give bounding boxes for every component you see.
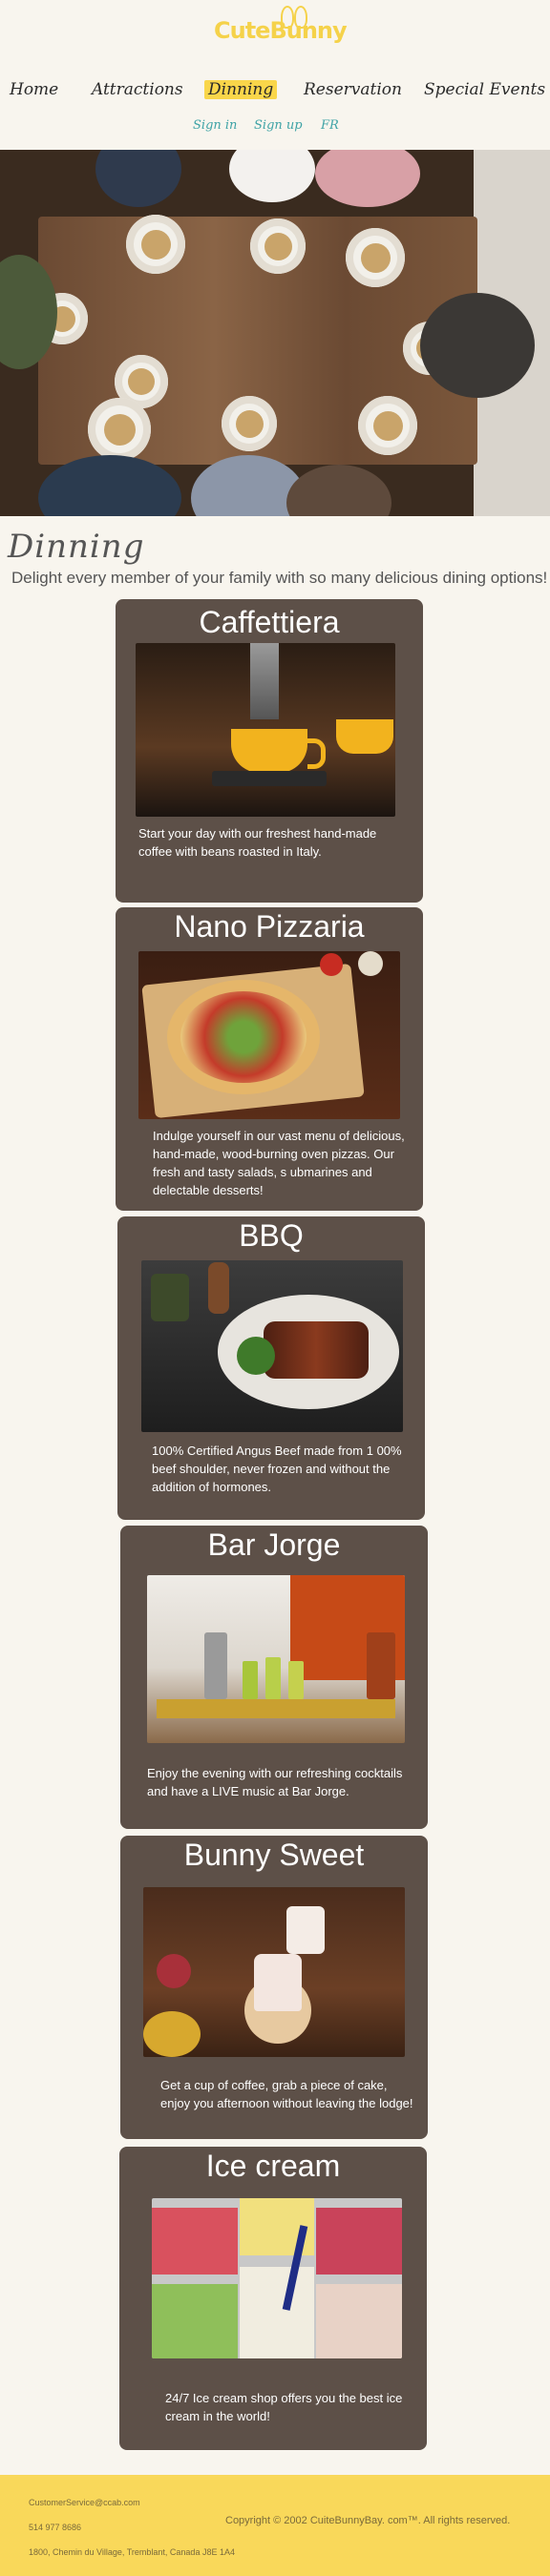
card-description: 24/7 Ice cream shop offers you the best … — [165, 2391, 403, 2423]
hero-plate — [126, 215, 185, 274]
card-description: Start your day with our freshest hand-ma… — [138, 826, 377, 859]
card-title: Bunny Sweet — [183, 1838, 365, 1872]
pizza-photo — [138, 951, 400, 1119]
card-title: Bar Jorge — [207, 1527, 341, 1562]
card-title: Ice cream — [205, 2149, 341, 2183]
hero-image — [0, 150, 550, 516]
page-title: Dinning — [8, 528, 145, 566]
account-nav: Sign in Sign up FR — [0, 118, 550, 137]
language-fr-link[interactable]: FR — [321, 118, 339, 133]
footer: CustomerService@ccab.com 514 977 8686 18… — [0, 2475, 550, 2576]
page-subtitle: Delight every member of your family with… — [11, 569, 548, 587]
footer-email[interactable]: CustomerService@ccab.com — [29, 2498, 140, 2507]
card-description: Get a cup of coffee, grab a piece of cak… — [160, 2078, 413, 2110]
dining-card-ice-cream[interactable]: Ice cream 24/7 Ice cream shop offers you… — [119, 2147, 427, 2450]
sign-up-link[interactable]: Sign up — [254, 118, 303, 133]
footer-copyright: Copyright © 2002 CuiteBunnyBay. com™. Al… — [225, 2515, 511, 2526]
ice-cream-photo — [152, 2198, 402, 2358]
sign-in-link[interactable]: Sign in — [193, 118, 237, 133]
dining-card-bunny-sweet[interactable]: Bunny Sweet Get a cup of coffee, grab a … — [120, 1836, 428, 2139]
dining-card-bar-jorge[interactable]: Bar Jorge Enjoy the evening with our ref… — [120, 1526, 428, 1829]
bar-photo — [147, 1575, 405, 1743]
footer-address: 1800, Chemin du Village, Tremblant, Cana… — [29, 2547, 235, 2557]
hero-person — [95, 150, 181, 207]
nav-special-events[interactable]: Special Events — [424, 80, 545, 99]
dining-card-bbq[interactable]: BBQ 100% Certified Angus Beef made from … — [117, 1216, 425, 1520]
hero-plate — [346, 228, 405, 287]
dining-card-caffettiera[interactable]: Caffettiera Start your day with our fres… — [116, 599, 423, 903]
hero-plate — [250, 218, 306, 274]
hero-plate — [88, 398, 151, 461]
coffee-photo — [136, 643, 395, 817]
nav-reservation[interactable]: Reservation — [304, 80, 402, 99]
bbq-photo — [141, 1260, 403, 1432]
hero-plate — [222, 396, 277, 451]
card-description: 100% Certified Angus Beef made from 1 00… — [152, 1444, 402, 1494]
main-nav: Home Attractions Dinning Reservation Spe… — [0, 80, 550, 109]
hero-person — [315, 150, 420, 207]
hero-plate — [358, 396, 417, 455]
logo[interactable]: CuteBunny — [214, 6, 348, 53]
hero-person — [420, 293, 535, 398]
nav-dinning[interactable]: Dinning — [204, 80, 278, 99]
card-title: Caffettiera — [199, 605, 340, 639]
nav-home[interactable]: Home — [10, 80, 58, 99]
card-description: Indulge yourself in our vast menu of del… — [153, 1129, 405, 1197]
card-title: Nano Pizzaria — [174, 909, 365, 944]
footer-phone: 514 977 8686 — [29, 2523, 82, 2532]
dessert-photo — [143, 1887, 405, 2057]
dining-card-nano-pizzaria[interactable]: Nano Pizzaria Indulge yourself in our va… — [116, 907, 423, 1211]
card-title: BBQ — [239, 1218, 304, 1253]
hero-person — [229, 150, 315, 202]
logo-text: CuteBunny — [214, 17, 348, 44]
card-description: Enjoy the evening with our refreshing co… — [147, 1766, 403, 1798]
nav-attractions[interactable]: Attractions — [92, 80, 183, 99]
hero-person — [286, 465, 391, 516]
